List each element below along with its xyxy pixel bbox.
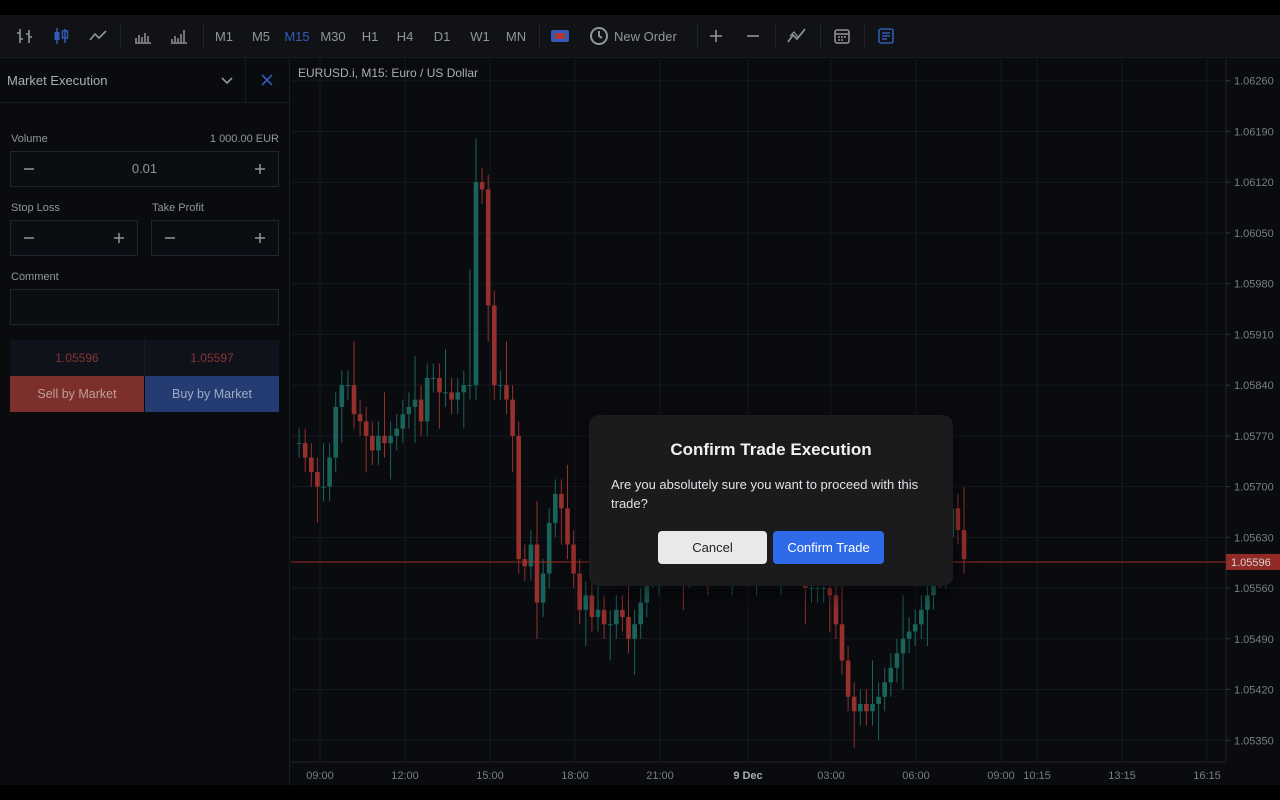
dialog-title: Confirm Trade Execution bbox=[670, 440, 872, 459]
dialog-message: Are you absolutely sure you want to proc… bbox=[611, 477, 919, 511]
confirm-dialog: Confirm Trade Execution Are you absolute… bbox=[589, 415, 953, 586]
cancel-button[interactable]: Cancel bbox=[658, 531, 767, 564]
modal-overlay bbox=[0, 0, 1280, 785]
confirm-trade-button[interactable]: Confirm Trade bbox=[773, 531, 884, 564]
